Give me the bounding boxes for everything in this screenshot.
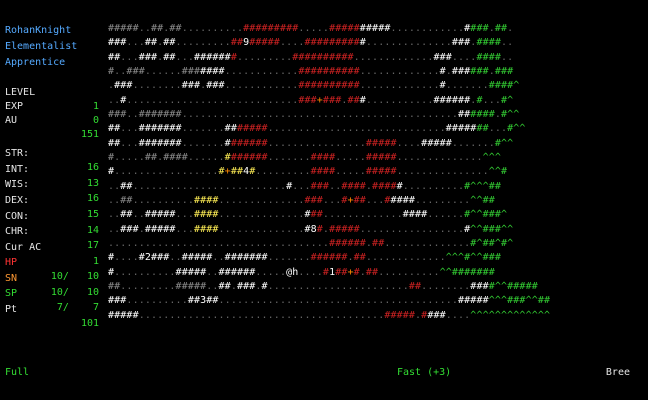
- map-row: ..##..#####...####..............###.....…: [108, 209, 508, 221]
- stat-level: LEVEL 1: [0, 72, 104, 112]
- map-row: ##...###.##...#######.........##########…: [108, 51, 514, 63]
- map-row: #####...................................…: [108, 309, 551, 321]
- stat-cur-ac: Cur AC 1: [0, 227, 104, 267]
- map-row: ##...#######.......#######..............…: [108, 123, 526, 135]
- status-hunger: Full: [5, 367, 30, 378]
- stat-pt-value: 101: [80, 318, 99, 329]
- map-row: ###..........##3##......................…: [108, 295, 551, 307]
- map-row: ..##..........####..............###...#+…: [108, 194, 495, 206]
- stat-sn: SN 10/ 10: [0, 258, 104, 298]
- stat-chr: CHR: 17: [0, 211, 104, 251]
- stat-sp: SP 7/ 7: [0, 273, 104, 313]
- stat-exp: EXP 0: [0, 86, 104, 126]
- map-row: #.................#+##4#.........####...…: [108, 166, 508, 178]
- map-row: .###........###.###............#########…: [108, 80, 520, 92]
- map-row: ..#............................###+###.#…: [108, 94, 514, 106]
- stat-int: INT: 13: [0, 149, 104, 189]
- stat-exp-value: 0: [92, 115, 99, 126]
- character-name: RohanKnight: [5, 25, 72, 36]
- dungeon-map[interactable]: #####..##.##..........#########.....####…: [108, 22, 644, 323]
- character-title: Apprentice: [5, 57, 66, 68]
- stat-pt: Pt 101: [0, 289, 104, 329]
- map-row: ..##.........................#...###..##…: [108, 180, 501, 192]
- map-row: #####..##.##..........#########.....####…: [108, 23, 514, 34]
- map-row: ....................................####…: [108, 237, 514, 249]
- map-row: ###..#######............................…: [108, 108, 520, 120]
- stat-au-label: AU: [5, 115, 18, 126]
- map-row: #..###......#######............#########…: [108, 65, 514, 77]
- map-row: #..........#####..######.....@h....#1##+…: [108, 266, 495, 278]
- stat-sp-value: 7/ 7: [56, 302, 99, 313]
- map-row: ###...##.##.........##9#####....########…: [108, 37, 514, 49]
- stat-str: STR: 16: [0, 133, 104, 173]
- stat-pt-label: Pt: [5, 304, 18, 315]
- stat-con: CON: 14: [0, 196, 104, 236]
- status-speed: Fast (+3): [397, 367, 452, 378]
- stat-au: AU 151: [0, 100, 104, 140]
- stat-wis: WIS: 16: [0, 164, 104, 204]
- character-class: Elementalist: [5, 41, 78, 52]
- map-row: ..###.#####...####..............#8#.####…: [108, 223, 514, 235]
- status-location: Bree: [605, 367, 630, 378]
- map-row: #.....##.####......#######.......####...…: [108, 151, 501, 163]
- map-row: ##...#######.......#######..............…: [108, 137, 514, 149]
- map-row: ##.........#####..##.###.#..............…: [108, 280, 538, 292]
- stat-hp: HP 10/ 10: [0, 242, 104, 282]
- stat-dex: DEX: 15: [0, 180, 104, 220]
- map-row: #....#2###..#####..#######.......######.…: [108, 252, 501, 264]
